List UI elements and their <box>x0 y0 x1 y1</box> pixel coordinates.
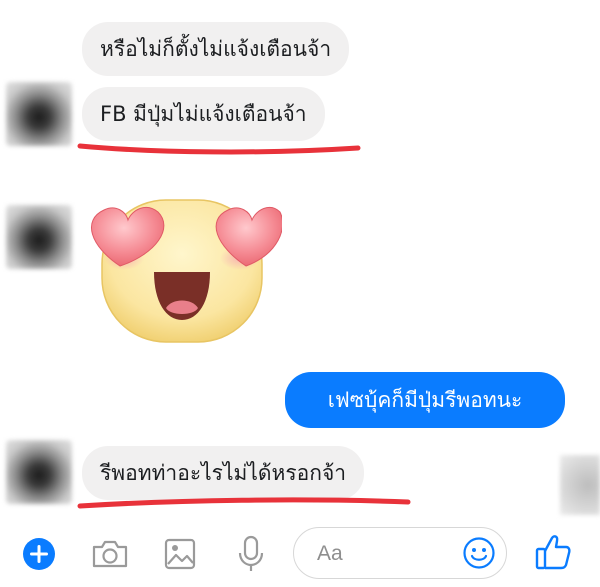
red-underline-annotation <box>77 143 361 155</box>
message-text: เฟซบุ้คก็มีปุ่มรีพอทนะ <box>327 387 523 412</box>
message-input[interactable]: Aa <box>293 527 507 579</box>
message-thread[interactable]: หรือไม่ก็ตั้งไม่แจ้งเตือนจ้า FB มีปุ่มไม… <box>0 0 600 520</box>
contact-avatar[interactable] <box>6 440 72 504</box>
composer-bar: Aa <box>0 520 600 587</box>
message-bubble-outgoing[interactable]: เฟซบุ้คก็มีปุ่มรีพอทนะ <box>285 372 565 428</box>
smiley-icon[interactable] <box>462 536 496 570</box>
message-bubble-incoming[interactable]: หรือไม่ก็ตั้งไม่แจ้งเตือนจ้า <box>82 22 350 76</box>
right-edge-avatar <box>560 455 600 515</box>
heart-eyes-face-sticker[interactable] <box>82 180 282 350</box>
message-text: รีพอทท่าอะไรไม่ได้หรอกจ้า <box>100 460 347 485</box>
plus-icon[interactable] <box>22 537 56 571</box>
contact-avatar[interactable] <box>6 205 72 269</box>
image-icon[interactable] <box>162 537 198 571</box>
camera-icon[interactable] <box>90 538 130 570</box>
message-text: FB มีปุ่มไม่แจ้งเตือนจ้า <box>100 101 307 126</box>
message-text: หรือไม่ก็ตั้งไม่แจ้งเตือนจ้า <box>100 36 332 61</box>
red-underline-annotation <box>77 497 411 509</box>
thumbs-up-icon[interactable] <box>533 532 573 572</box>
message-input-placeholder: Aa <box>317 542 343 565</box>
microphone-icon[interactable] <box>234 534 268 574</box>
message-bubble-incoming[interactable]: FB มีปุ่มไม่แจ้งเตือนจ้า <box>82 87 325 141</box>
contact-avatar[interactable] <box>6 82 72 146</box>
